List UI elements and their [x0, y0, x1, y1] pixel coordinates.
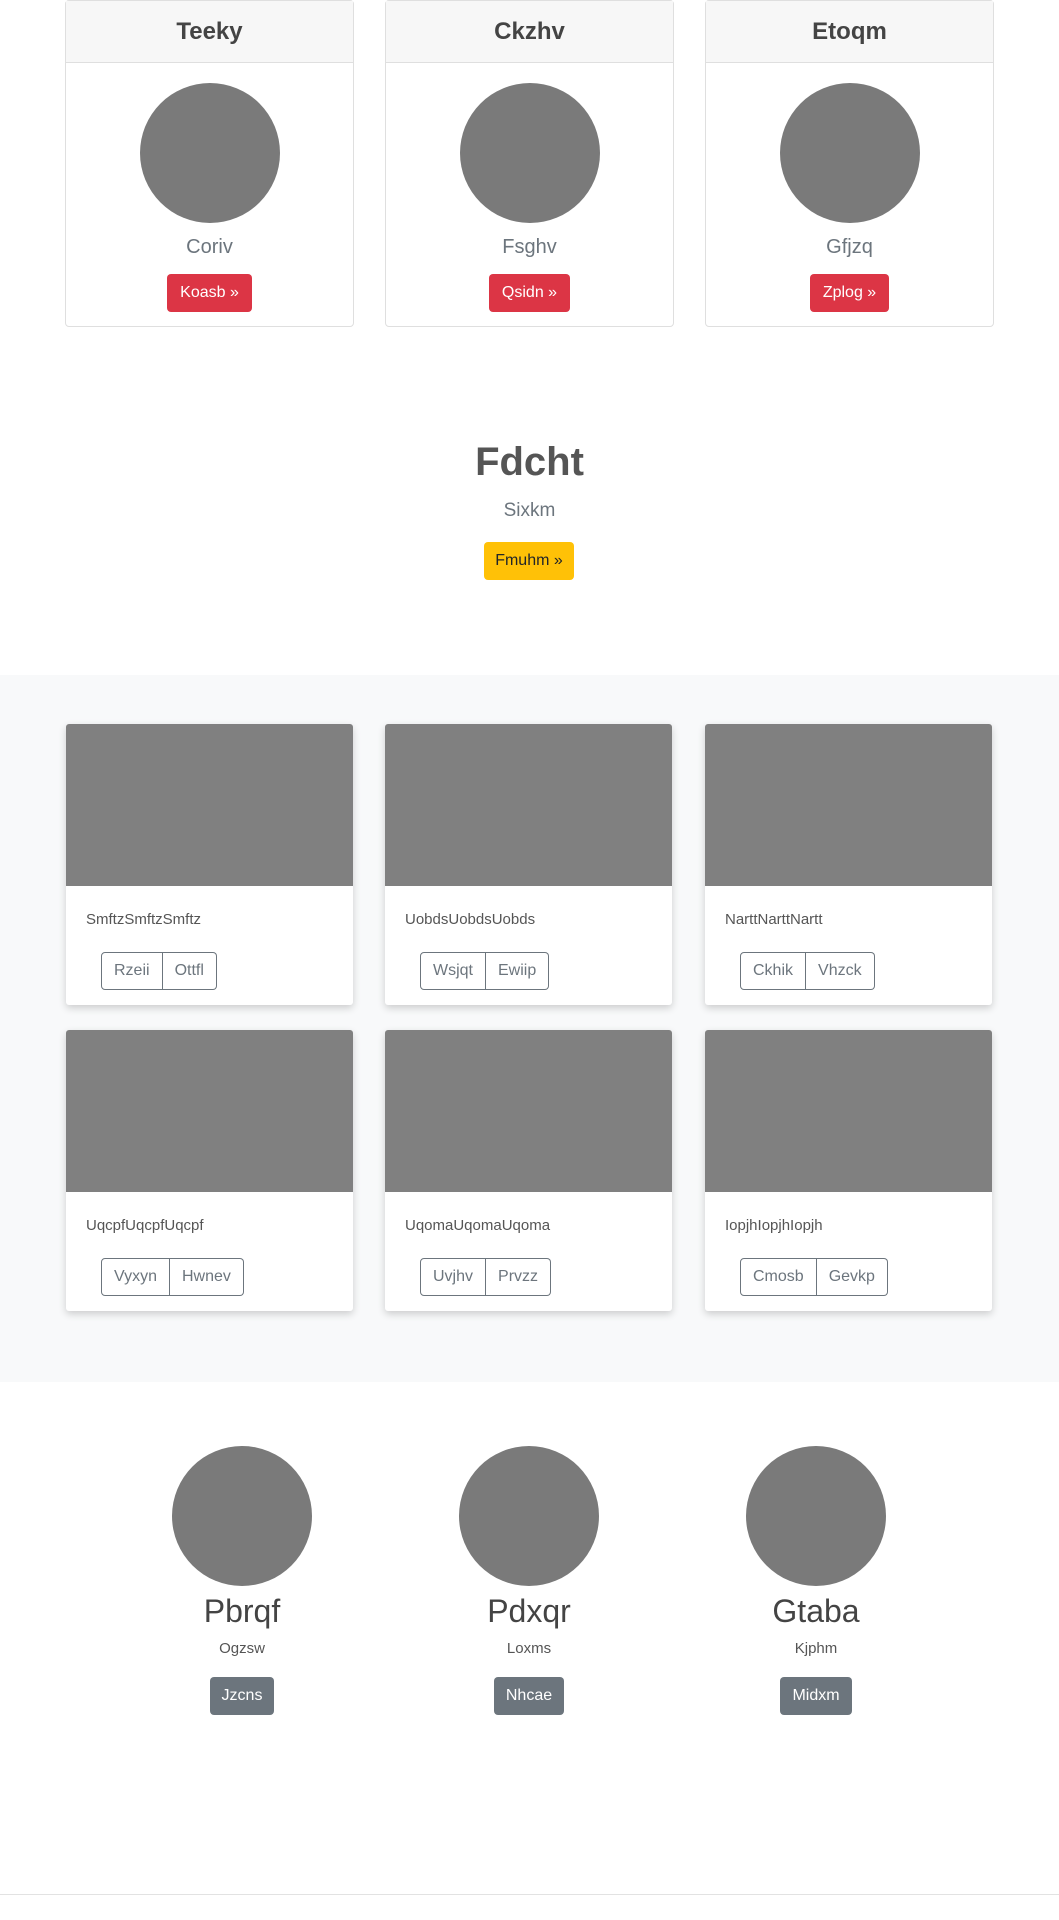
card-text: UqomaUqomaUqoma	[405, 1217, 551, 1234]
member-role: Ogzsw	[219, 1640, 265, 1658]
card-title: Etoqm	[706, 1, 993, 63]
card-text: UobdsUobdsUobds	[405, 911, 536, 928]
member-button[interactable]: Midxm	[780, 1677, 852, 1716]
album-card: NarttNarttNartt Ckhik Vhzck	[705, 724, 992, 1005]
hero-section: Fdcht Sixkm Fmuhm »	[0, 330, 1059, 675]
card-action-button[interactable]: Qsidn »	[488, 274, 571, 312]
member-button[interactable]: Nhcae	[493, 1677, 565, 1716]
card-button-first[interactable]: Rzeii	[101, 952, 163, 990]
album-card: IopjhIopjhIopjh Cmosb Gevkp	[705, 1030, 992, 1311]
card-button-group: Ckhik Vhzck	[740, 952, 875, 990]
team-member: Pdxqr Loxms Nhcae	[419, 1446, 639, 1716]
top-card: Ckzhv Fsghv Qsidn »	[385, 0, 674, 327]
card-button-second[interactable]: Hwnev	[169, 1258, 244, 1296]
card-subtitle: Gfjzq	[826, 236, 873, 258]
thumbnail-image	[385, 724, 672, 886]
card-button-group: Cmosb Gevkp	[740, 1258, 888, 1296]
album-card: UqcpfUqcpfUqcpf Vyxyn Hwnev	[66, 1030, 353, 1311]
card-text: SmftzSmftzSmftz	[86, 911, 202, 928]
thumbnail-image	[66, 724, 353, 886]
member-button[interactable]: Jzcns	[209, 1677, 275, 1716]
member-avatar	[746, 1446, 886, 1586]
thumbnail-image	[705, 724, 992, 886]
member-avatar	[172, 1446, 312, 1586]
card-text: NarttNarttNartt	[725, 911, 823, 928]
card-button-first[interactable]: Uvjhv	[420, 1258, 487, 1296]
card-button-second[interactable]: Ewiip	[486, 952, 550, 990]
avatar-image	[779, 83, 920, 223]
card-button-second[interactable]: Vhzck	[806, 952, 875, 990]
album-card: SmftzSmftzSmftz Rzeii Ottfl	[66, 724, 353, 1005]
avatar-image	[139, 83, 280, 223]
card-button-first[interactable]: Wsjqt	[420, 952, 486, 990]
hero-action-button[interactable]: Fmuhm »	[484, 542, 574, 580]
top-card: Etoqm Gfjzq Zplog »	[705, 0, 994, 327]
card-text: UqcpfUqcpfUqcpf	[86, 1217, 204, 1234]
card-text: IopjhIopjhIopjh	[725, 1217, 823, 1234]
card-button-group: Wsjqt Ewiip	[420, 952, 550, 990]
card-button-first[interactable]: Vyxyn	[101, 1258, 170, 1296]
avatar-image	[459, 83, 600, 223]
member-role: Loxms	[506, 1640, 552, 1658]
card-button-first[interactable]: Ckhik	[740, 952, 807, 990]
team-section: Pbrqf Ogzsw Jzcns Pdxqr Loxms Nhcae Gtab…	[0, 1382, 1059, 1892]
card-button-group: Uvjhv Prvzz	[420, 1258, 552, 1296]
card-title: Teeky	[66, 1, 353, 63]
card-button-group: Rzeii Ottfl	[101, 952, 217, 990]
pricing-cards-section: Teeky Coriv Koasb » Ckzhv Fsghv Qsidn » …	[0, 0, 1059, 330]
card-subtitle: Coriv	[186, 236, 233, 258]
member-role: Kjphm	[794, 1640, 838, 1658]
album-section: SmftzSmftzSmftz Rzeii Ottfl UobdsUobdsUo…	[0, 675, 1059, 1382]
card-title: Ckzhv	[386, 1, 673, 63]
hero-subtitle: Sixkm	[503, 500, 556, 521]
card-button-second[interactable]: Gevkp	[816, 1258, 888, 1296]
member-name: Pbrqf	[203, 1593, 281, 1629]
member-avatar	[459, 1446, 599, 1586]
member-name: Pdxqr	[487, 1593, 571, 1629]
card-action-button[interactable]: Koasb »	[167, 274, 252, 312]
card-button-group: Vyxyn Hwnev	[101, 1258, 244, 1296]
album-card: UobdsUobdsUobds Wsjqt Ewiip	[385, 724, 672, 1005]
card-button-second[interactable]: Prvzz	[486, 1258, 552, 1296]
thumbnail-image	[66, 1030, 353, 1192]
card-action-button[interactable]: Zplog »	[809, 274, 890, 312]
card-button-first[interactable]: Cmosb	[740, 1258, 817, 1296]
hero-title: Fdcht	[475, 440, 584, 484]
member-name: Gtaba	[772, 1593, 860, 1629]
top-card: Teeky Coriv Koasb »	[65, 0, 354, 327]
card-button-second[interactable]: Ottfl	[162, 952, 217, 990]
team-member: Pbrqf Ogzsw Jzcns	[132, 1446, 352, 1716]
footer-divider	[0, 1894, 1059, 1895]
card-subtitle: Fsghv	[502, 236, 557, 258]
thumbnail-image	[385, 1030, 672, 1192]
thumbnail-image	[705, 1030, 992, 1192]
album-card: UqomaUqomaUqoma Uvjhv Prvzz	[385, 1030, 672, 1311]
team-member: Gtaba Kjphm Midxm	[706, 1446, 926, 1716]
